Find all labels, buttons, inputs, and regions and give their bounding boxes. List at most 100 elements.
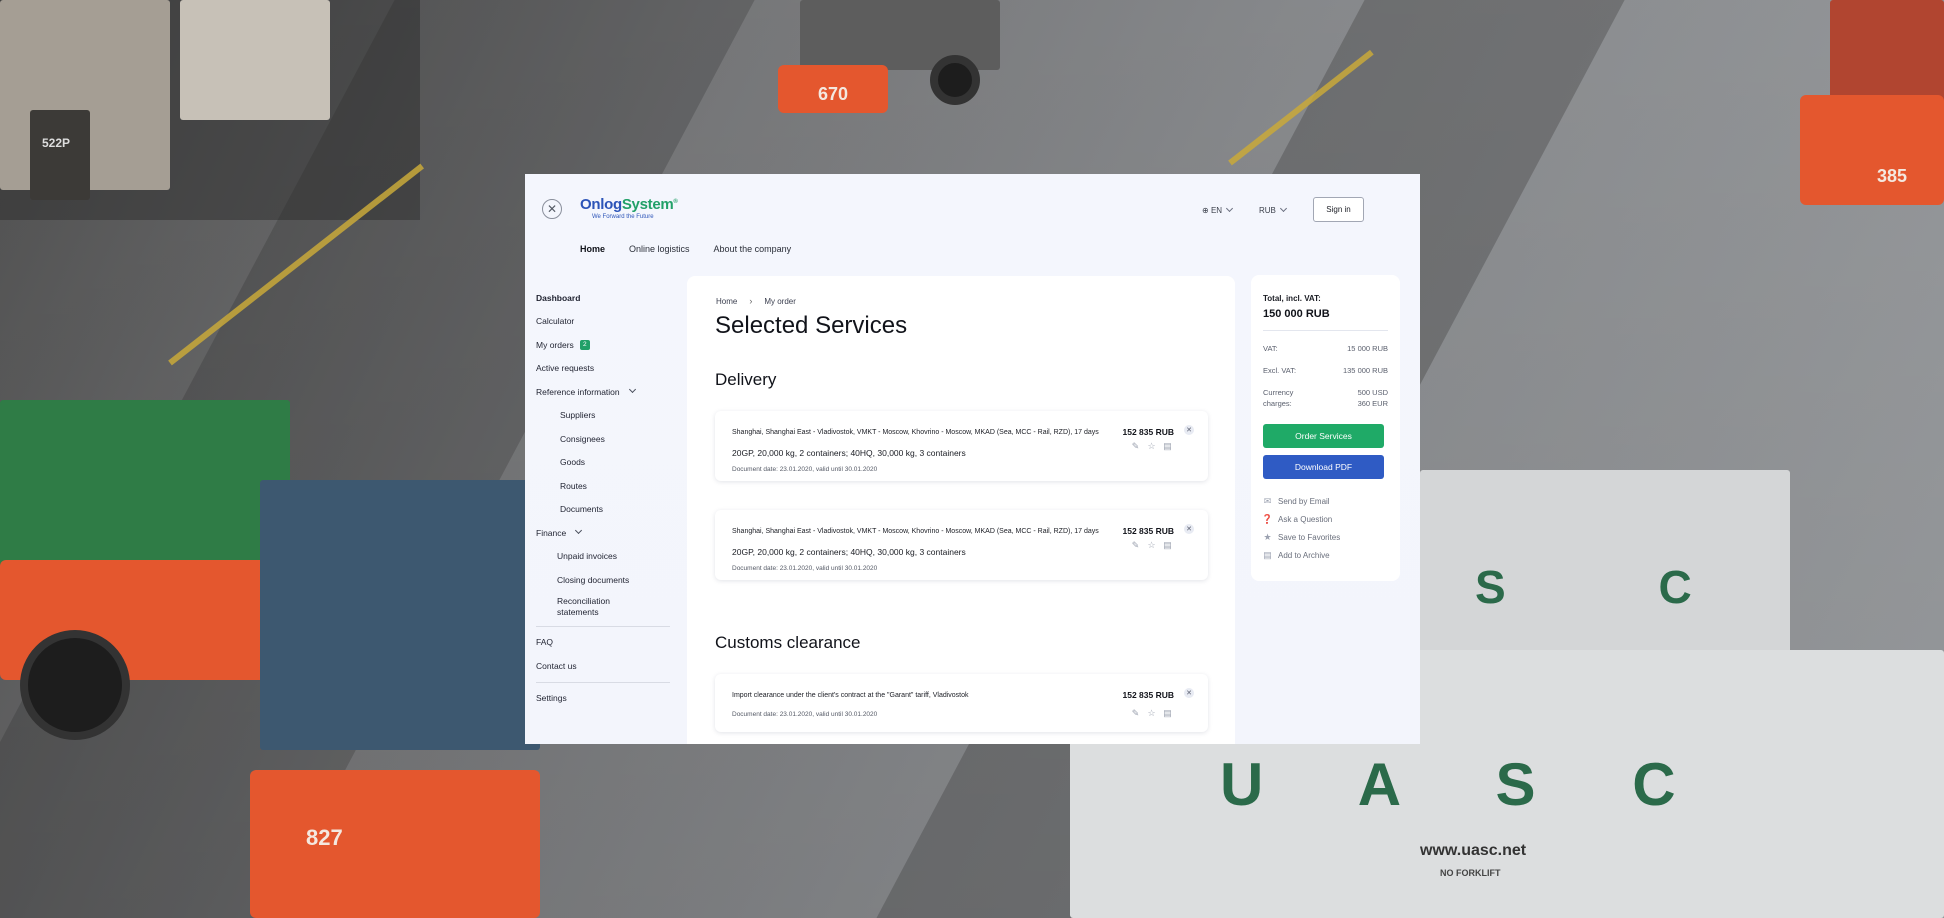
chevron-down-icon (1279, 204, 1287, 213)
service-card: Shanghai, Shanghai East - Vladivostok, V… (715, 411, 1208, 481)
service-doc-date: Document date: 23.01.2020, valid until 3… (732, 711, 878, 718)
header: ✕ OnlogSystem® We Forward the Future ⊕ E… (525, 174, 1420, 284)
excl-vat-row: Excl. VAT: 135 000 RUB (1263, 365, 1388, 376)
send-email-link[interactable]: ✉ Send by Email (1263, 496, 1330, 506)
sidebar-item-reconciliation-statements[interactable]: Reconciliation statements (536, 592, 670, 622)
sign-in-button[interactable]: Sign in (1313, 197, 1364, 222)
question-icon: ❓ (1261, 514, 1274, 524)
service-detail: 20GP, 20,000 kg, 2 containers; 40HQ, 30,… (732, 547, 966, 557)
bg-label-670: 670 (818, 84, 849, 104)
sidebar-item-consignees[interactable]: Consignees (536, 427, 670, 451)
sidebar-item-dashboard[interactable]: Dashboard (536, 286, 670, 310)
currency-value: RUB (1259, 206, 1276, 215)
divider (536, 681, 670, 683)
send-email-label: Send by Email (1278, 497, 1330, 506)
add-archive-link[interactable]: ▤ Add to Archive (1263, 550, 1330, 560)
divider (536, 625, 670, 627)
order-summary: Total, incl. VAT: 150 000 RUB VAT: 15 00… (1251, 275, 1400, 581)
card-actions: ✎ ☆ ▤ (1131, 708, 1172, 718)
save-favorites-label: Save to Favorites (1278, 533, 1341, 542)
close-icon[interactable]: ✕ (542, 199, 562, 219)
currency-charges-row: Currency charges: 500 USD 360 EUR (1263, 387, 1388, 409)
language-select[interactable]: ⊕ EN (1202, 204, 1234, 215)
ask-question-link[interactable]: ❓ Ask a Question (1261, 514, 1333, 524)
nav-about-company[interactable]: About the company (714, 244, 792, 254)
sidebar-item-contact[interactable]: Contact us (536, 654, 670, 678)
sidebar-item-closing-documents[interactable]: Closing documents (536, 568, 670, 592)
sidebar-item-documents[interactable]: Documents (536, 498, 670, 522)
sidebar-item-label: Reference information (536, 386, 620, 397)
customs-section-title: Customs clearance (715, 633, 861, 652)
nav-home[interactable]: Home (580, 244, 605, 254)
page-title: Selected Services (715, 312, 908, 339)
logo-tagline: We Forward the Future (592, 214, 654, 220)
save-favorites-link[interactable]: ★ Save to Favorites (1263, 532, 1341, 542)
sidebar-item-my-orders[interactable]: My orders 2 (536, 333, 670, 357)
archive-icon[interactable]: ▤ (1163, 441, 1172, 451)
app-window: ✕ OnlogSystem® We Forward the Future ⊕ E… (525, 174, 1420, 744)
main-content: Home › My order Selected Services Delive… (687, 276, 1235, 744)
add-archive-label: Add to Archive (1278, 551, 1330, 560)
nav-online-logistics[interactable]: Online logistics (629, 244, 690, 254)
star-icon[interactable]: ☆ (1147, 708, 1156, 718)
edit-icon[interactable]: ✎ (1131, 540, 1140, 550)
remove-icon[interactable]: ✕ (1184, 425, 1194, 435)
globe-icon: ⊕ (1202, 206, 1209, 215)
ask-question-label: Ask a Question (1278, 515, 1333, 524)
service-card: Import clearance under the client's cont… (715, 674, 1208, 732)
bg-label-827: 827 (306, 825, 343, 850)
currency-value-usd: 500 USD (1357, 388, 1388, 397)
sidebar-item-calculator[interactable]: Calculator (536, 310, 670, 334)
currency-charges-label: Currency charges: (1263, 388, 1294, 408)
chevron-down-icon (575, 527, 583, 535)
card-actions: ✎ ☆ ▤ (1131, 540, 1172, 550)
order-services-button[interactable]: Order Services (1263, 424, 1384, 448)
archive-icon[interactable]: ▤ (1163, 540, 1172, 550)
vat-row: VAT: 15 000 RUB (1263, 343, 1388, 354)
sidebar: Dashboard Calculator My orders 2 Active … (536, 286, 670, 710)
sidebar-item-reference-information[interactable]: Reference information (536, 380, 670, 404)
star-icon[interactable]: ☆ (1147, 540, 1156, 550)
service-price: 152 835 RUB (1122, 427, 1174, 437)
breadcrumb-current: My order (764, 296, 796, 306)
service-route: Import clearance under the client's cont… (732, 692, 969, 699)
total-value: 150 000 RUB (1263, 308, 1330, 320)
sidebar-item-routes[interactable]: Routes (536, 474, 670, 498)
sidebar-item-goods[interactable]: Goods (536, 451, 670, 475)
archive-icon: ▤ (1263, 550, 1272, 560)
breadcrumb-home[interactable]: Home (716, 297, 737, 306)
sidebar-item-settings[interactable]: Settings (536, 687, 670, 711)
logo[interactable]: OnlogSystem® We Forward the Future (580, 196, 678, 220)
service-price: 152 835 RUB (1122, 690, 1174, 700)
service-doc-date: Document date: 23.01.2020, valid until 3… (732, 565, 878, 572)
sidebar-item-active-requests[interactable]: Active requests (536, 357, 670, 381)
star-icon: ★ (1263, 532, 1272, 542)
card-actions: ✎ ☆ ▤ (1131, 441, 1172, 451)
edit-icon[interactable]: ✎ (1131, 441, 1140, 451)
bg-label-522p: 522P (42, 136, 71, 150)
sidebar-item-finance[interactable]: Finance (536, 521, 670, 545)
service-doc-date: Document date: 23.01.2020, valid until 3… (732, 466, 878, 473)
vat-label: VAT: (1263, 344, 1278, 353)
breadcrumb: Home › My order (716, 296, 796, 306)
edit-icon[interactable]: ✎ (1131, 708, 1140, 718)
main-nav: Home Online logistics About the company (580, 244, 791, 254)
sidebar-item-unpaid-invoices[interactable]: Unpaid invoices (536, 545, 670, 569)
sidebar-item-faq[interactable]: FAQ (536, 631, 670, 655)
service-card: Shanghai, Shanghai East - Vladivostok, V… (715, 510, 1208, 580)
vat-value: 15 000 RUB (1347, 344, 1388, 353)
delivery-section-title: Delivery (715, 370, 777, 389)
star-icon[interactable]: ☆ (1147, 441, 1156, 451)
bg-label-385: 385 (1877, 166, 1908, 186)
download-pdf-button[interactable]: Download PDF (1263, 455, 1384, 479)
currency-charges-values: 500 USD 360 EUR (1358, 387, 1388, 409)
logo-part2: System (621, 196, 674, 213)
remove-icon[interactable]: ✕ (1184, 688, 1194, 698)
chevron-down-icon (628, 386, 636, 394)
remove-icon[interactable]: ✕ (1184, 524, 1194, 534)
excl-vat-value: 135 000 RUB (1342, 366, 1388, 375)
service-route: Shanghai, Shanghai East - Vladivostok, V… (732, 429, 1099, 436)
archive-icon[interactable]: ▤ (1163, 708, 1172, 718)
currency-select[interactable]: RUB (1259, 204, 1287, 215)
sidebar-item-suppliers[interactable]: Suppliers (536, 404, 670, 428)
